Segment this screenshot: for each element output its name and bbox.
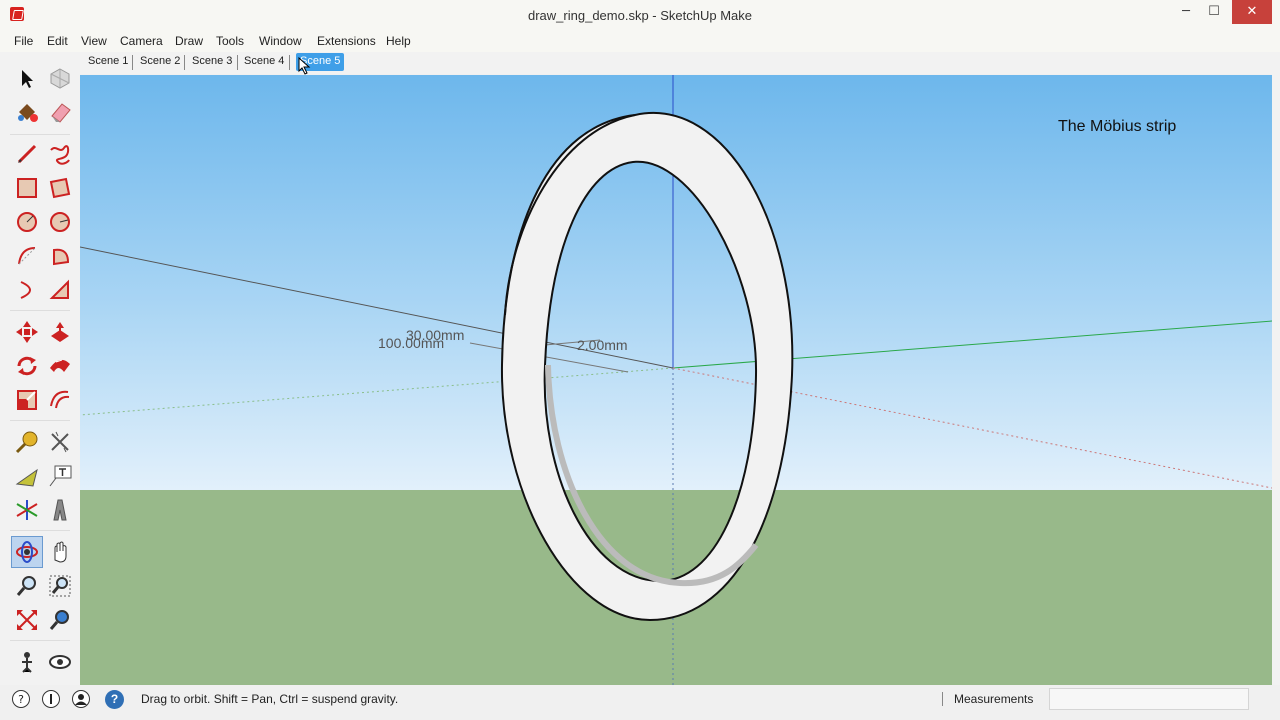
dimension-label-30mm: 30.00mm: [406, 327, 465, 343]
text-tool[interactable]: [46, 462, 74, 490]
viewport-border: [1272, 52, 1280, 685]
large-tool-set: [0, 52, 80, 685]
model-canvas: [80, 75, 1272, 685]
menu-camera[interactable]: Camera: [120, 34, 163, 48]
measurements-input[interactable]: [1049, 688, 1249, 710]
rotate-tool[interactable]: [13, 352, 41, 380]
select-tool[interactable]: [13, 64, 41, 92]
window-title: draw_ring_demo.skp - SketchUp Make: [528, 8, 752, 23]
previous-view-tool[interactable]: [46, 606, 74, 634]
freehand-tool[interactable]: [46, 140, 74, 168]
tab-separator: [237, 55, 238, 70]
menu-view[interactable]: View: [81, 34, 107, 48]
rectangle-tool[interactable]: [13, 174, 41, 202]
arc-tool[interactable]: [13, 242, 41, 270]
instructor-help-icon[interactable]: ?: [105, 690, 124, 709]
menu-file[interactable]: File: [14, 34, 33, 48]
two-point-arc-tool[interactable]: [13, 276, 41, 304]
tab-scene-3[interactable]: Scene 3: [192, 55, 232, 67]
title-bar: draw_ring_demo.skp - SketchUp Make ─ ☐ ✕: [0, 0, 1280, 30]
toolbar-divider: [10, 310, 70, 311]
scene-text-label: The Möbius strip: [1058, 118, 1177, 135]
toolbar-divider: [10, 420, 70, 421]
pie-tool[interactable]: [46, 242, 74, 270]
zoom-extents-tool[interactable]: [13, 606, 41, 634]
eraser-tool[interactable]: [46, 98, 74, 126]
toolbar-divider: [10, 530, 70, 531]
circle-tool[interactable]: [13, 208, 41, 236]
orbit-tool[interactable]: [13, 538, 41, 566]
menu-draw[interactable]: Draw: [175, 34, 203, 48]
close-button[interactable]: ✕: [1232, 0, 1272, 24]
tab-separator: [184, 55, 185, 70]
menu-window[interactable]: Window: [259, 34, 302, 48]
look-around-tool[interactable]: [46, 648, 74, 676]
move-tool[interactable]: [13, 318, 41, 346]
maximize-button[interactable]: ☐: [1202, 0, 1226, 24]
scale-tool[interactable]: [13, 386, 41, 414]
paint-bucket-tool[interactable]: [13, 98, 41, 126]
toolbar-divider: [10, 640, 70, 641]
menu-help[interactable]: Help: [386, 34, 411, 48]
model-viewport[interactable]: The Möbius strip 100.00mm 30.00mm 2.00mm: [80, 75, 1272, 685]
follow-me-tool[interactable]: [46, 352, 74, 380]
tab-scene-4[interactable]: Scene 4: [244, 55, 284, 67]
line-tool[interactable]: [13, 140, 41, 168]
tab-separator: [289, 55, 290, 70]
geo-location-icon[interactable]: ?: [11, 689, 31, 709]
menu-extensions[interactable]: Extensions: [317, 34, 376, 48]
offset-tool[interactable]: [46, 386, 74, 414]
push-pull-tool[interactable]: [46, 318, 74, 346]
status-divider: [942, 692, 943, 706]
dimension-tool[interactable]: [46, 428, 74, 456]
menu-edit[interactable]: Edit: [47, 34, 68, 48]
status-hint-text: Drag to orbit. Shift = Pan, Ctrl = suspe…: [141, 692, 399, 706]
component-tool[interactable]: [46, 64, 74, 92]
zoom-window-tool[interactable]: [46, 572, 74, 600]
polygon-tool[interactable]: [46, 208, 74, 236]
rotated-rectangle-tool[interactable]: [46, 174, 74, 202]
menu-tools[interactable]: Tools: [216, 34, 244, 48]
mouse-cursor-icon: [298, 57, 311, 75]
tab-scene-2[interactable]: Scene 2: [140, 55, 180, 67]
tape-measure-tool[interactable]: [13, 428, 41, 456]
dimension-label-2mm: 2.00mm: [577, 337, 628, 353]
tab-scene-1[interactable]: Scene 1: [88, 55, 128, 67]
user-icon[interactable]: [71, 689, 91, 709]
zoom-tool[interactable]: [13, 572, 41, 600]
three-point-arc-tool[interactable]: [46, 276, 74, 304]
axes-tool[interactable]: [13, 496, 41, 524]
tab-separator: [132, 55, 133, 70]
measurements-label: Measurements: [954, 692, 1034, 706]
toolbar-divider: [10, 134, 70, 135]
green-axis-negative: [80, 367, 674, 416]
credits-icon[interactable]: [41, 689, 61, 709]
minimize-button[interactable]: ─: [1174, 0, 1198, 24]
svg-text:?: ?: [18, 693, 24, 706]
pan-tool[interactable]: [46, 538, 74, 566]
3d-text-tool[interactable]: [46, 496, 74, 524]
position-camera-tool[interactable]: [13, 648, 41, 676]
protractor-tool[interactable]: [13, 462, 41, 490]
